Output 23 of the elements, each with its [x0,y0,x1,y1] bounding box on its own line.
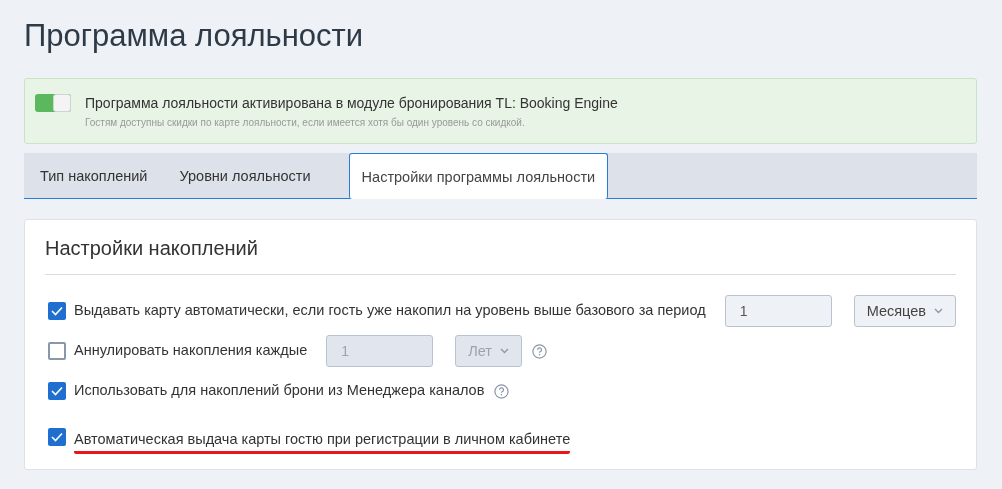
page-title: Программа лояльности [24,17,365,55]
checkmark-icon [51,432,63,442]
tab[interactable]: Тип накоплений [24,153,164,198]
option-label: Автоматическая выдача карты гостю при регистрации в личном кабинете [74,430,571,454]
period-dropdown[interactable]: Месяцев [853,295,956,327]
checkmark-icon [51,306,63,316]
banner-title: Программа лояльности активирована в модуле бронирования TL: Booking Engine [85,94,618,113]
checkbox[interactable] [48,302,66,320]
help-icon[interactable] [494,383,510,399]
tab[interactable]: Уровни лояльности [163,153,327,198]
checkbox[interactable] [48,382,66,400]
option-label: Выдавать карту автоматически, если гость уже накопил на уровень выше базового за период [74,302,706,320]
chevron-down-icon [934,308,943,314]
option-label: Аннулировать накопления каждые [74,342,308,360]
number-field[interactable]: 1 [724,295,832,327]
toggle-switch[interactable] [35,94,71,112]
section-title: Настройки накоплений [45,234,956,275]
chevron-down-icon [499,348,509,354]
option-label: Использовать для накоплений брони из Менеджера каналов [74,382,485,400]
checkmark-icon [51,386,63,396]
tab[interactable]: Настройки программы лояльности [348,153,609,199]
banner-note: Гостям доступны скидки по карте лояльности, если имеется хотя бы один уровень со скидкой. [85,117,526,128]
checkbox[interactable] [48,428,66,446]
